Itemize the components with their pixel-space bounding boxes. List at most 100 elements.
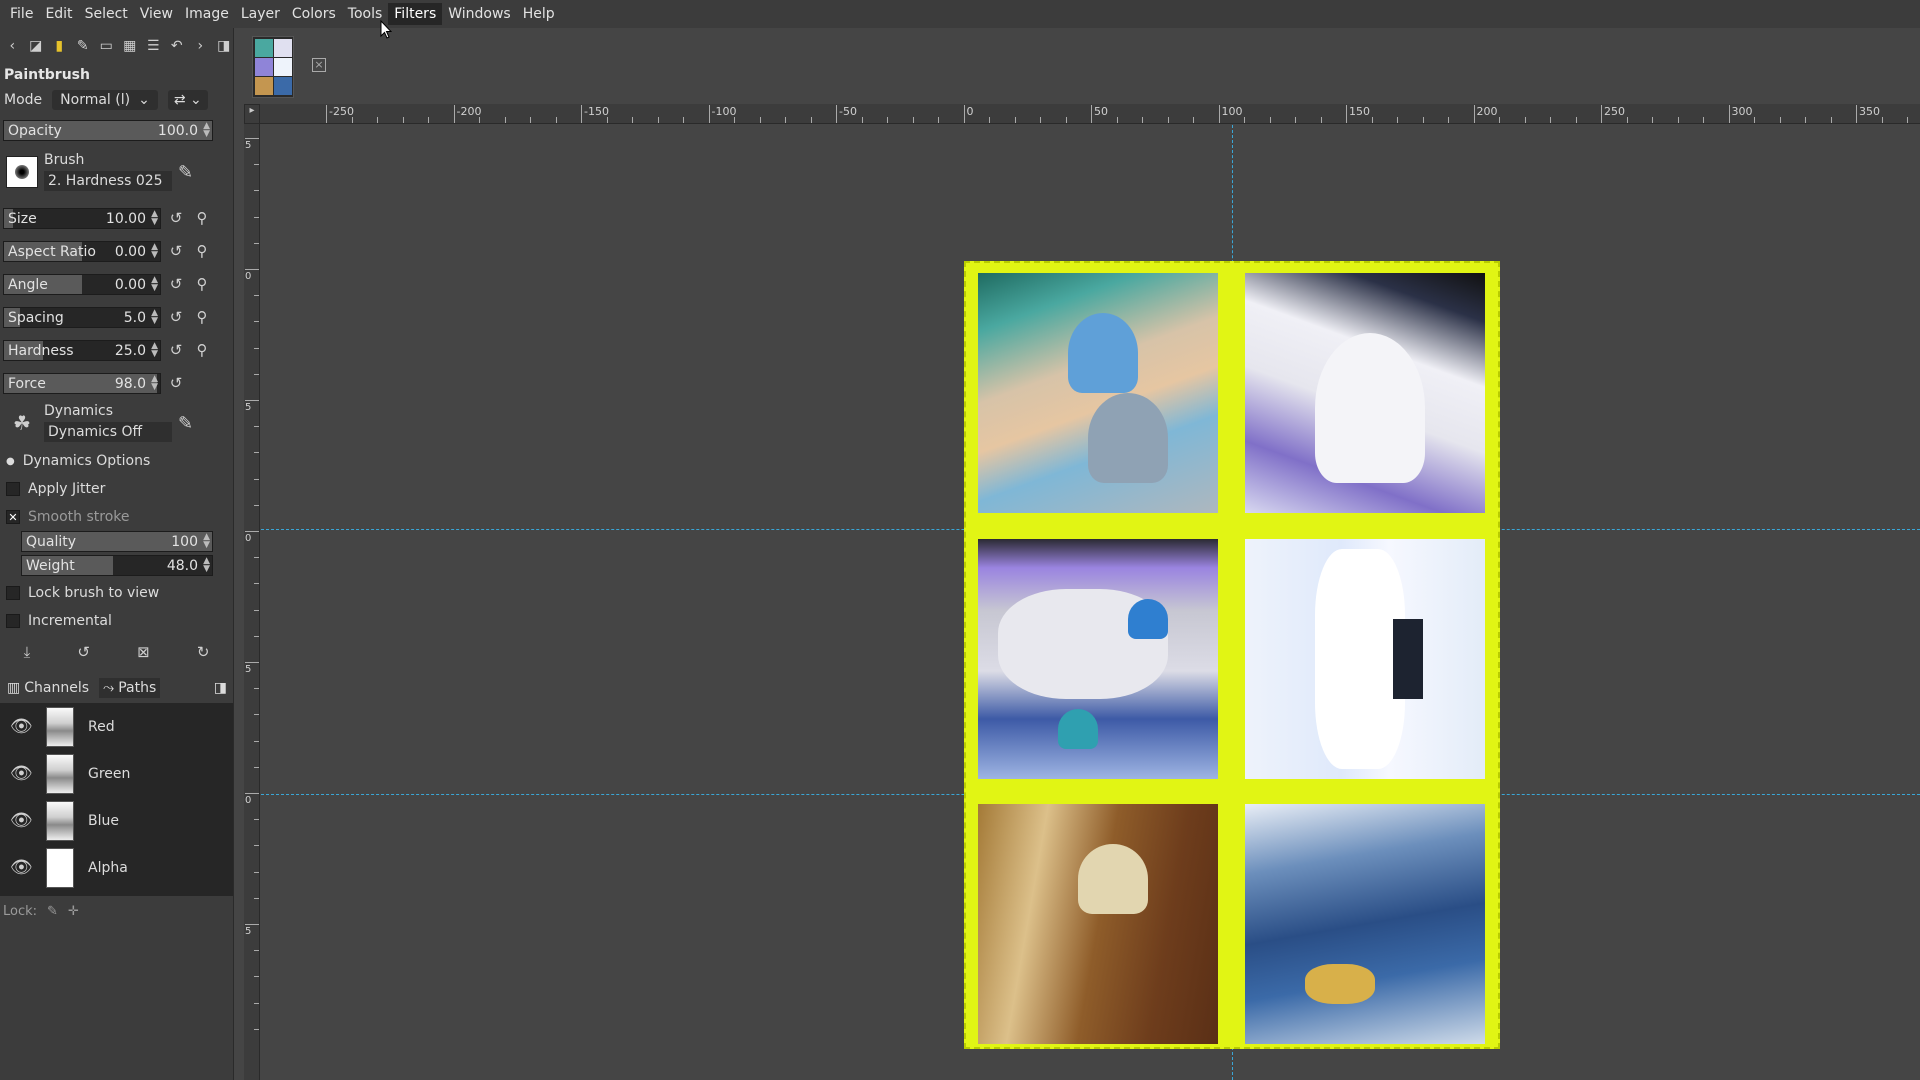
spin-arrows-icon[interactable]: ▲ ▼ <box>203 121 210 138</box>
ruler-tick <box>453 105 455 123</box>
spin-arrows-icon[interactable]: ▲ ▼ <box>151 308 158 325</box>
menu-filters[interactable]: Filters <box>388 3 443 25</box>
blend-space-select[interactable]: ⇄ ⌄ <box>167 90 208 110</box>
quality-slider[interactable]: Quality 100 ▲ ▼ <box>21 530 213 552</box>
channel-name: Alpha <box>88 859 128 876</box>
menu-edit[interactable]: Edit <box>39 3 78 25</box>
dynamics-block: ☘ Dynamics Dynamics Off ✎ <box>0 399 233 449</box>
menu-layer[interactable]: Layer <box>235 3 286 25</box>
aspect-ratio-label: Aspect Ratio <box>8 243 96 260</box>
link-icon[interactable]: ⚲ <box>191 306 213 328</box>
lock-position-icon[interactable]: ✛ <box>68 904 79 919</box>
menu-help[interactable]: Help <box>517 3 561 25</box>
eye-icon[interactable]: 👁 <box>10 716 33 737</box>
images-icon[interactable]: ▭ <box>97 37 116 56</box>
spacing-slider[interactable]: Spacing 5.0 ▲ ▼ <box>3 306 161 328</box>
tab-channels[interactable]: ▥ Channels <box>3 678 93 698</box>
lock-pixels-icon[interactable]: ✎ <box>47 904 58 919</box>
device-status-icon[interactable]: ◪ <box>27 37 46 56</box>
ruler-minor-tick <box>1703 117 1704 123</box>
menu-file[interactable]: File <box>4 3 39 25</box>
channel-row-blue[interactable]: 👁 Blue <box>0 797 233 844</box>
ruler-label: 5 <box>245 664 252 675</box>
dock-menu-icon[interactable]: ◨ <box>215 37 234 56</box>
edit-brush-icon[interactable]: ✎ <box>178 162 193 206</box>
eye-icon[interactable]: 👁 <box>10 763 33 784</box>
link-icon[interactable]: ⚲ <box>191 240 213 262</box>
edit-dynamics-icon[interactable]: ✎ <box>178 413 193 449</box>
spin-arrows-icon[interactable]: ▲ ▼ <box>151 242 158 259</box>
dynamics-preview[interactable]: ☘ <box>6 407 38 439</box>
vertical-ruler[interactable]: 5 0 5 0 5 0 5 <box>244 124 260 1080</box>
hardness-slider[interactable]: Hardness 25.0 ▲ ▼ <box>3 339 161 361</box>
spin-arrows-icon[interactable]: ▲ ▼ <box>151 374 158 391</box>
horizontal-ruler[interactable]: -250 -200 -150 -100 -50 0 50 100 150 200 250 300 350 <box>260 104 1920 124</box>
menu-colors[interactable]: Colors <box>286 3 342 25</box>
mouse-pointer-icon <box>380 20 392 39</box>
panel-menu-icon[interactable]: ◨ <box>214 680 227 696</box>
size-slider[interactable]: Size 10.00 ▲ ▼ <box>3 207 161 229</box>
image-tab-thumbnail[interactable] <box>252 36 294 98</box>
smooth-stroke-row[interactable]: ✕ Smooth stroke <box>0 505 233 529</box>
reset-options-icon[interactable]: ↻ <box>197 643 210 661</box>
lock-brush-checkbox[interactable] <box>6 586 20 600</box>
channel-row-green[interactable]: 👁 Green <box>0 750 233 797</box>
link-icon[interactable]: ⚲ <box>191 273 213 295</box>
menu-view[interactable]: View <box>134 3 179 25</box>
ruler-tick <box>1091 105 1092 123</box>
link-icon[interactable]: ⚲ <box>191 207 213 229</box>
incremental-checkbox[interactable] <box>6 614 20 628</box>
menu-select[interactable]: Select <box>79 3 134 25</box>
ruler-corner[interactable]: ▸ <box>244 104 260 124</box>
dynamics-name-field[interactable]: Dynamics Off <box>44 422 172 442</box>
gradient-icon[interactable]: ▦ <box>121 37 140 56</box>
ruler-minor-tick <box>254 976 259 978</box>
reset-icon[interactable]: ↺ <box>165 372 187 394</box>
weight-slider[interactable]: Weight 48.0 ▲ ▼ <box>21 554 213 576</box>
opacity-slider[interactable]: Opacity 100.0 ▲ ▼ <box>3 119 213 141</box>
layers-icon[interactable]: ☰ <box>144 37 163 56</box>
link-icon[interactable]: ⚲ <box>191 339 213 361</box>
dynamics-options-row[interactable]: ● Dynamics Options <box>0 449 233 473</box>
spin-arrows-icon[interactable]: ▲ ▼ <box>151 209 158 226</box>
canvas[interactable] <box>261 125 1920 1080</box>
spin-arrows-icon[interactable]: ▲ ▼ <box>151 341 158 358</box>
save-options-icon[interactable]: ⤓ <box>24 643 31 661</box>
aspect-ratio-slider[interactable]: Aspect Ratio 0.00 ▲ ▼ <box>3 240 161 262</box>
apply-jitter-checkbox[interactable] <box>6 482 20 496</box>
tab-paths[interactable]: ⤳ Paths <box>99 678 161 698</box>
image-collage[interactable] <box>964 261 1500 1049</box>
menu-windows[interactable]: Windows <box>442 3 517 25</box>
close-icon[interactable]: × <box>312 58 326 72</box>
paintbrush-icon[interactable]: ✎ <box>74 37 93 56</box>
mode-select[interactable]: Normal (l) ⌄ <box>52 90 158 110</box>
eye-icon[interactable]: 👁 <box>10 810 33 831</box>
brush-preview[interactable] <box>6 156 38 188</box>
angle-slider[interactable]: Angle 0.00 ▲ ▼ <box>3 273 161 295</box>
menu-image[interactable]: Image <box>179 3 235 25</box>
reset-icon[interactable]: ↺ <box>165 306 187 328</box>
lock-brush-row[interactable]: Lock brush to view <box>0 581 233 605</box>
spin-arrows-icon[interactable]: ▲ ▼ <box>203 556 210 573</box>
incremental-row[interactable]: Incremental <box>0 609 233 633</box>
brush-name-field[interactable]: 2. Hardness 025 <box>44 171 172 191</box>
reset-icon[interactable]: ↺ <box>165 273 187 295</box>
channel-row-red[interactable]: 👁 Red <box>0 703 233 750</box>
pattern-icon[interactable]: ▮ <box>50 37 69 56</box>
spin-arrows-icon[interactable]: ▲ ▼ <box>203 532 210 549</box>
delete-options-icon[interactable]: ⊠ <box>137 643 150 661</box>
smooth-stroke-checkbox[interactable]: ✕ <box>6 510 20 524</box>
reset-icon[interactable]: ↺ <box>165 339 187 361</box>
restore-options-icon[interactable]: ↺ <box>77 643 90 661</box>
channel-row-alpha[interactable]: 👁 Alpha <box>0 844 233 891</box>
reset-icon[interactable]: ↺ <box>165 240 187 262</box>
undo-history-icon[interactable]: ↶ <box>168 37 187 56</box>
apply-jitter-row[interactable]: Apply Jitter <box>0 477 233 501</box>
chevron-left-icon[interactable]: ‹ <box>3 37 22 56</box>
eye-icon[interactable]: 👁 <box>10 857 33 878</box>
reset-icon[interactable]: ↺ <box>165 207 187 229</box>
ruler-minor-tick <box>989 117 990 123</box>
spin-arrows-icon[interactable]: ▲ ▼ <box>151 275 158 292</box>
chevron-right-icon[interactable]: › <box>191 37 210 56</box>
force-slider[interactable]: Force 98.0 ▲ ▼ <box>3 372 161 394</box>
